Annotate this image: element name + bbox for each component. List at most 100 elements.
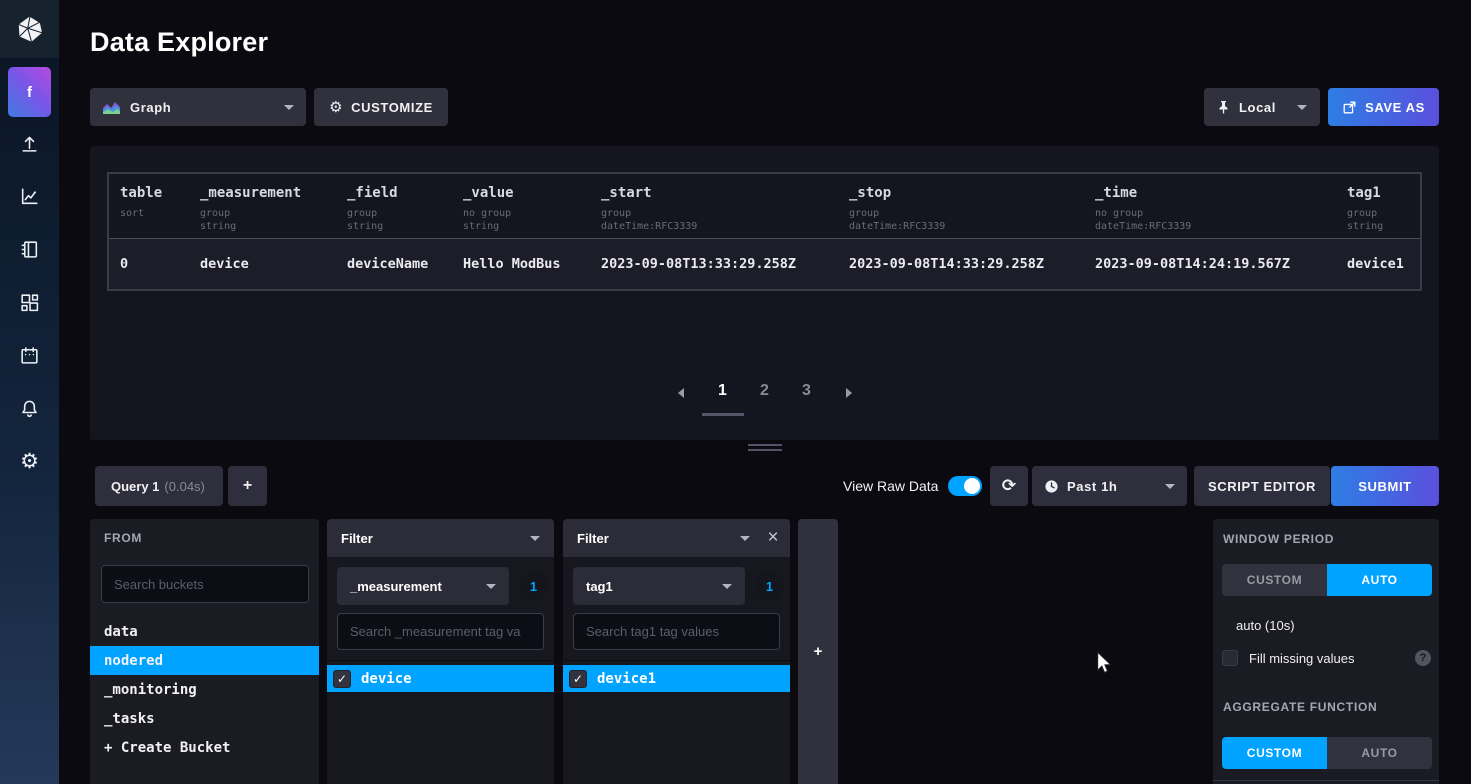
chevron-down-icon xyxy=(1165,484,1175,489)
table-cell: 2023-09-08T13:33:29.258Z xyxy=(601,256,849,272)
bucket-item-data[interactable]: data xyxy=(90,617,319,646)
sidebar: f xyxy=(0,0,59,784)
query-duration: (0.04s) xyxy=(164,479,204,494)
aggregate-function-toggle: CUSTOM AUTO xyxy=(1222,737,1432,769)
plus-icon: + xyxy=(243,477,252,495)
table-cell: 0 xyxy=(120,256,200,272)
sidebar-item-load-data[interactable] xyxy=(19,132,41,154)
panel-resize-handle[interactable] xyxy=(748,444,782,454)
export-icon xyxy=(1342,100,1357,115)
submit-button[interactable]: SUBMIT xyxy=(1331,466,1439,506)
tag-value-label: device xyxy=(361,671,412,687)
save-as-button[interactable]: SAVE AS xyxy=(1328,88,1439,126)
sidebar-item-dashboards[interactable] xyxy=(19,291,41,313)
customize-button[interactable]: ⚙ CUSTOMIZE xyxy=(314,88,448,126)
add-query-button[interactable]: + xyxy=(228,466,267,506)
save-as-label: SAVE AS xyxy=(1365,100,1425,115)
fill-missing-values-checkbox[interactable] xyxy=(1222,650,1238,666)
tag-key-dropdown[interactable]: tag1 xyxy=(573,567,745,605)
pagination-prev-button[interactable] xyxy=(660,382,702,404)
notebook-icon xyxy=(19,239,40,260)
visualization-type-dropdown[interactable]: Graph xyxy=(90,88,306,126)
add-filter-card[interactable]: + xyxy=(798,519,838,784)
aggregate-custom-option[interactable]: CUSTOM xyxy=(1222,737,1327,769)
checkbox-checked[interactable]: ✓ xyxy=(333,670,351,688)
from-card-title: FROM xyxy=(104,531,142,545)
window-period-custom-option[interactable]: CUSTOM xyxy=(1222,564,1327,596)
query-tab-label: Query 1 xyxy=(111,479,159,494)
filter-type-dropdown[interactable]: Filter xyxy=(563,519,790,557)
table-cell: deviceName xyxy=(347,256,463,272)
upload-icon xyxy=(19,133,40,154)
bucket-item-monitoring[interactable]: _monitoring xyxy=(90,675,319,704)
data-explorer-screen: f xyxy=(0,0,1471,784)
chevron-down-icon xyxy=(740,536,750,541)
window-period-title: WINDOW PERIOD xyxy=(1223,532,1334,546)
filter-card-measurement: Filter _measurement 1 ✓ device xyxy=(327,519,554,784)
plus-icon: + xyxy=(814,643,823,660)
sidebar-item-alerts[interactable] xyxy=(19,397,41,419)
save-target-label: Local xyxy=(1239,100,1276,115)
table-row: 0 device deviceName Hello ModBus 2023-09… xyxy=(109,238,1420,289)
sidebar-item-tasks[interactable] xyxy=(19,344,41,366)
calendar-icon xyxy=(19,345,40,366)
bucket-item-nodered[interactable]: nodered xyxy=(90,646,319,675)
tag-value-label: device1 xyxy=(597,671,656,687)
line-chart-icon xyxy=(19,186,40,207)
filter-card-tag1: Filter × tag1 1 ✓ device1 xyxy=(563,519,790,784)
time-range-dropdown[interactable]: Past 1h xyxy=(1032,466,1187,506)
view-raw-data-control: View Raw Data xyxy=(843,466,982,506)
tag-value-search-input[interactable] xyxy=(573,613,780,650)
filter-type-dropdown[interactable]: Filter xyxy=(327,519,554,557)
column-header: _fieldgroupstring xyxy=(347,185,463,233)
divider xyxy=(1213,780,1439,781)
pagination-page-2[interactable]: 2 xyxy=(744,382,786,413)
checkbox-checked[interactable]: ✓ xyxy=(569,670,587,688)
user-avatar[interactable]: f xyxy=(8,67,51,117)
script-editor-button[interactable]: SCRIPT EDITOR xyxy=(1194,466,1330,506)
customize-label: CUSTOMIZE xyxy=(351,100,433,115)
tag-value-row-device1[interactable]: ✓ device1 xyxy=(563,665,790,692)
tag-value-row-device[interactable]: ✓ device xyxy=(327,665,554,692)
graph-type-icon xyxy=(102,100,121,115)
pagination-page-1[interactable]: 1 xyxy=(702,382,744,416)
caret-right-icon xyxy=(846,388,852,398)
table-cell: Hello ModBus xyxy=(463,256,601,272)
tag-value-search-input[interactable] xyxy=(337,613,544,650)
view-raw-data-label: View Raw Data xyxy=(843,478,938,494)
window-period-auto-option[interactable]: AUTO xyxy=(1327,564,1432,596)
chevron-down-icon xyxy=(530,536,540,541)
create-bucket-button[interactable]: + Create Bucket xyxy=(90,733,319,762)
chevron-down-icon xyxy=(284,105,294,110)
column-header: _measurementgroupstring xyxy=(200,185,347,233)
remove-filter-button[interactable]: × xyxy=(762,527,784,549)
bucket-list: data nodered _monitoring _tasks + Create… xyxy=(90,617,319,762)
sidebar-item-settings[interactable]: ⚙ xyxy=(19,450,41,472)
close-icon: × xyxy=(767,527,778,549)
query-tab[interactable]: Query 1 (0.04s) xyxy=(95,466,223,506)
toggle-knob xyxy=(964,478,980,494)
sidebar-item-data-explorer[interactable] xyxy=(19,185,41,207)
table-cell: device1 xyxy=(1347,256,1420,272)
bucket-search-input[interactable] xyxy=(101,565,309,603)
refresh-button[interactable]: ⟳ xyxy=(990,466,1028,506)
influxdb-logo[interactable] xyxy=(0,0,59,58)
window-period-toggle: CUSTOM AUTO xyxy=(1222,564,1432,596)
filter-title: Filter xyxy=(341,531,373,546)
pagination-next-button[interactable] xyxy=(828,382,870,404)
aggregate-auto-option[interactable]: AUTO xyxy=(1327,737,1432,769)
pagination-page-3[interactable]: 3 xyxy=(786,382,828,413)
tag-key-dropdown[interactable]: _measurement xyxy=(337,567,509,605)
table-cell: device xyxy=(200,256,347,272)
bucket-item-tasks[interactable]: _tasks xyxy=(90,704,319,733)
table-header-row: tablesort _measurementgroupstring _field… xyxy=(109,174,1420,238)
table-cell: 2023-09-08T14:24:19.567Z xyxy=(1095,256,1347,272)
view-raw-data-toggle[interactable] xyxy=(948,476,982,496)
bell-icon xyxy=(19,398,40,419)
sidebar-item-notebooks[interactable] xyxy=(19,238,41,260)
raw-data-panel: tablesort _measurementgroupstring _field… xyxy=(90,146,1439,440)
table-cell: 2023-09-08T14:33:29.258Z xyxy=(849,256,1095,272)
help-icon[interactable]: ? xyxy=(1415,650,1431,666)
column-header: _valueno groupstring xyxy=(463,185,601,233)
save-target-dropdown[interactable]: Local xyxy=(1204,88,1320,126)
